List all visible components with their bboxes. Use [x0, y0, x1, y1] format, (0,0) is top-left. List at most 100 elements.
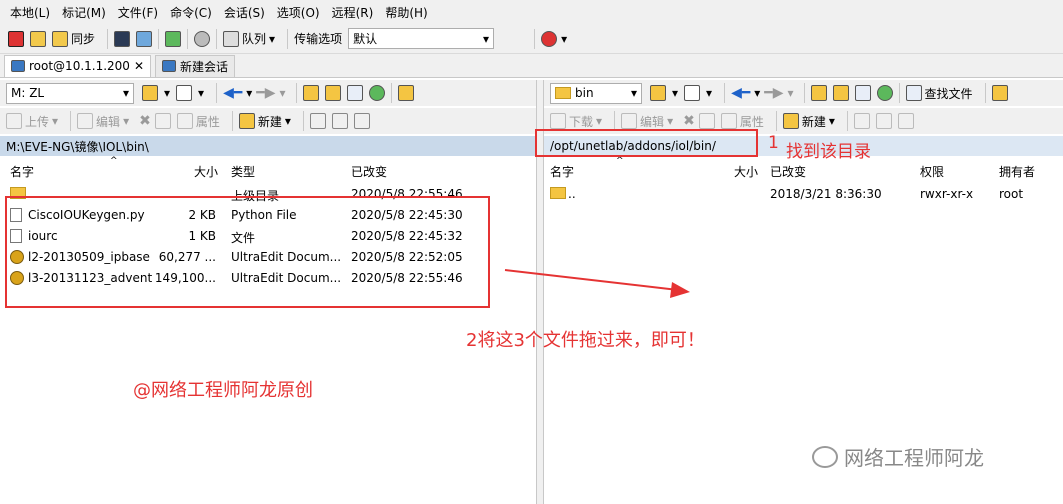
properties-icon — [176, 113, 193, 129]
forward-icon[interactable]: ━▶ — [256, 85, 275, 101]
col-modified[interactable]: 已改变 — [351, 163, 387, 180]
filter-icon[interactable] — [684, 85, 701, 101]
left-drive-select[interactable]: M: ZL ▾ — [6, 82, 134, 104]
parent-dir-icon[interactable] — [810, 85, 827, 101]
menu-bar: 本地(L) 标记(M) 文件(F) 命令(C) 会话(S) 选项(O) 远程(R… — [0, 0, 1063, 24]
console-icon[interactable] — [114, 30, 131, 47]
forward-icon[interactable]: ━▶ — [764, 85, 783, 101]
files-highlight-box — [5, 196, 490, 308]
sync-icon — [52, 30, 68, 47]
open-folder-icon[interactable] — [142, 85, 158, 101]
find-files-button[interactable]: 查找文件 — [905, 85, 973, 102]
new-button[interactable]: 新建 ▾ — [782, 113, 835, 130]
col-size[interactable]: 大小 — [734, 163, 758, 180]
refresh-icon[interactable] — [368, 85, 385, 101]
col-size[interactable]: 大小 — [194, 163, 218, 180]
close-icon[interactable]: ✕ — [134, 59, 144, 73]
right-folder-select[interactable]: bin ▾ — [550, 82, 642, 104]
home-icon[interactable] — [346, 85, 363, 101]
compare-icon[interactable] — [8, 30, 24, 47]
refresh-session-icon[interactable] — [165, 30, 182, 47]
step2-text: 2将这3个文件拖过来，即可！ — [466, 330, 705, 351]
transfer-options-select[interactable]: 默认 ▾ — [348, 28, 495, 49]
properties-icon — [720, 113, 737, 129]
parent-dir-icon[interactable] — [302, 85, 319, 101]
chevron-down-icon: ▾ — [122, 86, 129, 100]
delete-icon[interactable]: ✖ — [139, 113, 151, 129]
new-button[interactable]: 新建 ▾ — [238, 113, 291, 130]
credit-text: @网络工程师阿龙原创 — [133, 380, 313, 401]
edit-icon — [77, 113, 94, 129]
back-icon[interactable]: ◀━ — [731, 85, 750, 101]
download-button[interactable]: 下载 ▾ — [550, 113, 602, 130]
back-icon[interactable]: ◀━ — [223, 85, 242, 101]
monitor-icon — [11, 60, 25, 72]
menu-file[interactable]: 文件(F) — [114, 4, 162, 21]
gear-icon[interactable] — [194, 30, 211, 47]
wechat-icon — [812, 445, 838, 468]
session-tabs: root@10.1.1.200 ✕ 新建会话 — [0, 54, 1063, 78]
edit-button[interactable]: 编辑 ▾ — [621, 113, 673, 130]
home-icon[interactable] — [854, 85, 871, 101]
edit-icon — [621, 113, 638, 129]
upload-icon — [6, 113, 22, 129]
tab-session-root[interactable]: root@10.1.1.200 ✕ — [4, 54, 152, 77]
plus-icon[interactable] — [309, 113, 326, 129]
select-filter-icon[interactable] — [353, 113, 370, 129]
minus-icon[interactable] — [875, 113, 892, 129]
menu-help[interactable]: 帮助(H) — [381, 4, 431, 21]
right-list-header: 名字 ^ 大小 已改变 权限 拥有者 — [544, 156, 1063, 182]
edit-button[interactable]: 编辑 ▾ — [77, 113, 129, 130]
sync-browse-icon[interactable] — [30, 30, 46, 47]
menu-remote[interactable]: 远程(R) — [328, 4, 378, 21]
root-dir-icon[interactable] — [324, 85, 341, 101]
rename-icon[interactable] — [154, 113, 171, 129]
new-session-icon — [162, 60, 177, 72]
select-filter-icon[interactable] — [897, 113, 914, 129]
root-dir-icon[interactable] — [832, 85, 849, 101]
menu-local[interactable]: 本地(L) — [6, 4, 54, 21]
putty-icon[interactable] — [136, 30, 153, 47]
refresh-icon[interactable] — [876, 85, 893, 101]
folder-icon — [555, 87, 571, 99]
menu-session[interactable]: 会话(S) — [220, 4, 269, 21]
left-path-bar[interactable]: M:\EVE-NG\镜像\IOL\bin\ — [0, 136, 536, 156]
filter-icon[interactable] — [176, 85, 193, 101]
list-item[interactable]: .. 2018/3/21 8:36:30 rwxr-xr-x root — [544, 184, 1063, 205]
left-action-toolbar: 上传 ▾ 编辑 ▾ ✖ 属性 新建 ▾ — [0, 108, 536, 134]
col-permissions[interactable]: 权限 — [920, 163, 944, 180]
open-folder-icon[interactable] — [650, 85, 666, 101]
step1-text: 找到该目录 — [786, 142, 871, 162]
tab-new-session[interactable]: 新建会话 — [155, 54, 236, 77]
chevron-down-icon: ▾ — [483, 31, 490, 46]
menu-options[interactable]: 选项(O) — [273, 4, 324, 21]
col-modified[interactable]: 已改变 — [770, 163, 806, 180]
plus-icon[interactable] — [853, 113, 870, 129]
delete-icon[interactable]: ✖ — [683, 113, 695, 129]
path-highlight-box — [535, 129, 758, 157]
rename-icon[interactable] — [698, 113, 715, 129]
properties-button[interactable]: 属性 — [176, 113, 220, 130]
transfer-settings-icon[interactable] — [541, 30, 558, 47]
drag-arrow — [504, 269, 690, 298]
col-name[interactable]: 名字 — [10, 163, 34, 180]
properties-button[interactable]: 属性 — [720, 113, 764, 130]
queue-button[interactable]: 队列 ▾ — [223, 30, 275, 47]
chevron-down-icon[interactable]: ▾ — [561, 32, 567, 46]
transfer-options-label: 传输选项 — [294, 32, 343, 46]
minus-icon[interactable] — [331, 113, 348, 129]
col-owner[interactable]: 拥有者 — [999, 163, 1035, 180]
left-list-header: 名字 ^ 大小 类型 已改变 — [0, 156, 536, 182]
sort-arrow-icon: ^ — [616, 156, 624, 166]
right-nav-toolbar: bin ▾ ▾ ▾ ◀━ ▾ ━▶ ▾ 查找文件 — [544, 80, 1063, 106]
menu-command[interactable]: 命令(C) — [166, 4, 216, 21]
new-folder-icon — [782, 113, 799, 129]
tree-icon[interactable] — [991, 85, 1008, 101]
upload-button[interactable]: 上传 ▾ — [6, 113, 58, 130]
col-type[interactable]: 类型 — [231, 163, 255, 180]
menu-mark[interactable]: 标记(M) — [58, 4, 110, 21]
left-nav-toolbar: M: ZL ▾ ▾ ▾ ◀━ ▾ ━▶ ▾ — [0, 80, 536, 106]
col-name[interactable]: 名字 — [550, 163, 574, 180]
find-icon[interactable] — [397, 85, 414, 101]
sync-button[interactable]: 同步 — [52, 30, 95, 47]
